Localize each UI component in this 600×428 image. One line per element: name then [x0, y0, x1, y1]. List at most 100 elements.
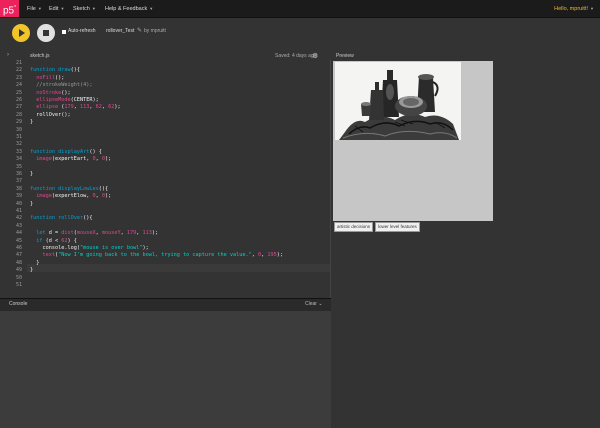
expand-sidebar-icon[interactable]: ›	[7, 52, 9, 58]
code-token: function	[30, 67, 59, 74]
code-line[interactable]: function draw(){	[30, 67, 80, 74]
console-output[interactable]	[0, 311, 331, 428]
code-line[interactable]: console.log("mouse is over bowl");	[30, 245, 149, 252]
code-token: );	[114, 104, 121, 111]
code-token: displayArt	[58, 148, 90, 155]
menu-file[interactable]: File ▼	[27, 0, 42, 17]
code-token: (expertEart,	[51, 156, 93, 163]
code-line[interactable]: function rollOver(){	[30, 215, 92, 222]
code-token: );	[104, 156, 112, 163]
sketch-name[interactable]: rollover_Test	[106, 28, 134, 34]
line-number-gutter: 21 22 23 24 25 26 27 28 29 30 31 32 33 34 35 36 37 38 39 40…	[3, 60, 26, 298]
still-life-artwork	[335, 62, 461, 140]
code-token: (){	[98, 185, 109, 192]
code-token: 179	[126, 230, 137, 237]
menu-sketch[interactable]: Sketch ▼	[73, 0, 96, 17]
lower-level-features-button[interactable]: lower level features	[375, 222, 420, 232]
code-token: text	[30, 252, 55, 259]
line-number: 29	[15, 119, 22, 126]
chevron-down-icon: ⌄	[318, 301, 323, 307]
code-token: ellipseMode	[30, 97, 71, 103]
code-line[interactable]: }	[30, 260, 39, 267]
code-token: image	[30, 193, 52, 200]
line-number: 25	[15, 89, 22, 96]
code-token: );	[276, 252, 284, 259]
code-token: }	[30, 119, 34, 126]
line-number: 21	[15, 60, 22, 66]
code-token: (d <	[45, 237, 62, 244]
code-line[interactable]: let d = dist(mouseX, mouseY, 179, 113);	[30, 230, 158, 237]
code-line[interactable]: ellipse (179, 113, 62, 62);	[30, 104, 121, 111]
code-token: let	[30, 230, 49, 237]
line-number: 45	[15, 237, 22, 244]
code-line[interactable]: function displayArt() {	[30, 149, 102, 156]
chevron-down-icon: ▼	[590, 6, 594, 11]
code-line[interactable]: if (d < 62) {	[30, 238, 77, 245]
code-editor[interactable]: function draw(){ noFill(); //strokeWeigh…	[27, 60, 331, 298]
line-number: 39	[15, 193, 22, 200]
line-number: 23	[15, 74, 22, 81]
code-token: ();	[61, 111, 71, 118]
code-token: 179	[64, 104, 74, 111]
code-token: );	[104, 193, 112, 200]
code-token: ();	[55, 74, 65, 81]
code-token: noStroke	[30, 89, 62, 96]
line-number: 35	[15, 163, 22, 170]
code-line[interactable]: //strokeWeight(4);	[30, 82, 92, 89]
p5-logo[interactable]: p5*	[0, 0, 19, 17]
code-line[interactable]: ellipseMode(CENTER);	[30, 97, 98, 104]
gear-icon[interactable]: ⚙	[312, 52, 318, 60]
code-token: ) {	[67, 237, 77, 244]
code-line[interactable]: rollOver();	[30, 111, 71, 119]
line-number: 30	[15, 126, 22, 133]
code-token: "mouse is over bowl"	[79, 245, 143, 251]
artistic-decisions-button[interactable]: artistic decisions	[334, 222, 374, 232]
line-number: 41	[15, 208, 22, 214]
line-number: 50	[15, 274, 22, 281]
code-line[interactable]: }	[30, 171, 33, 178]
code-line[interactable]: noStroke();	[30, 89, 70, 97]
code-token: }	[30, 267, 34, 274]
code-line[interactable]: function displayLowLev(){	[30, 186, 108, 193]
chevron-down-icon: ▼	[91, 6, 96, 11]
code-line[interactable]: }	[30, 267, 33, 274]
code-token: }	[30, 200, 34, 207]
saved-status: Saved: 4 days ago	[275, 53, 317, 59]
line-number: 51	[15, 282, 22, 288]
pencil-icon[interactable]: ✎	[137, 27, 142, 34]
code-token: );	[142, 245, 149, 251]
auto-refresh-label: Auto-refresh	[68, 28, 96, 34]
clear-console-button[interactable]: Clear ⌄	[305, 301, 323, 307]
code-token: dist	[61, 230, 74, 237]
line-number: 46	[15, 245, 22, 251]
code-line[interactable]: }	[30, 201, 33, 208]
line-number: 24	[15, 82, 22, 89]
line-number: 33	[15, 148, 22, 155]
code-line[interactable]: }	[30, 119, 33, 126]
play-button[interactable]	[12, 24, 30, 42]
code-line[interactable]: noFill();	[30, 75, 64, 82]
file-tab[interactable]: sketch.js	[30, 53, 49, 59]
console-label: Console	[9, 301, 28, 307]
menu-edit[interactable]: Edit ▼	[49, 0, 64, 17]
auto-refresh-checkbox[interactable]	[62, 30, 66, 34]
user-greeting[interactable]: Hello, mpruitt! ▼	[554, 0, 594, 18]
code-token: console	[30, 245, 65, 251]
line-number: 49	[15, 267, 22, 274]
code-token: function	[30, 215, 59, 222]
code-token: if	[30, 237, 46, 244]
still-life-drawing	[335, 62, 461, 140]
code-token: rollOver	[30, 111, 62, 118]
code-line[interactable]: image(expertEart, 0, 0);	[30, 156, 111, 163]
stop-button[interactable]	[37, 24, 55, 42]
code-token: mouseY	[101, 230, 121, 237]
code-line[interactable]: image(expertElow, 0, 0);	[30, 193, 111, 200]
menu-help-feedback[interactable]: Help & Feedback ▼	[105, 0, 153, 17]
line-number: 26	[15, 97, 22, 103]
code-token: 195	[267, 252, 277, 259]
line-number: 42	[15, 215, 22, 222]
code-token: function	[30, 148, 59, 155]
line-number: 47	[15, 252, 22, 259]
code-token: 113	[79, 104, 90, 111]
code-line[interactable]: text("Now I'm going back to the bowl, tr…	[30, 252, 283, 259]
